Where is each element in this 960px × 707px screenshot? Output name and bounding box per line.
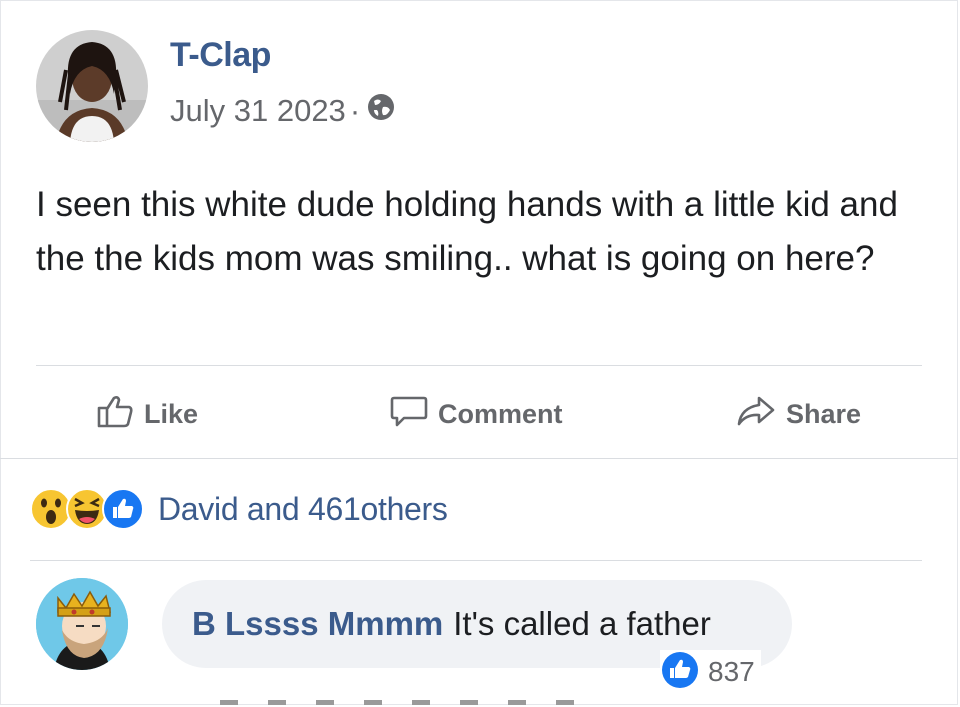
post-author-name[interactable]: T-Clap [170,36,271,75]
commenter-avatar[interactable] [36,578,128,670]
globe-icon [366,92,396,130]
like-badge-icon [660,650,700,695]
comment-button[interactable]: Comment [390,385,563,443]
post-action-bar: Like Comment Share [0,385,958,443]
post-date[interactable]: July 31 2023 [170,93,346,129]
divider [0,458,958,459]
share-label: Share [786,398,862,429]
comment-text: It's called a father [453,605,711,642]
like-label: Like [144,398,199,429]
like-reaction-icon [102,488,144,530]
reactions-summary-text[interactable]: David and 461others [158,491,448,528]
like-button[interactable]: Like [96,385,198,443]
commenter-name[interactable]: B Lssss Mmmm [192,605,443,643]
meta-separator: · [349,93,361,128]
reactions-summary[interactable]: David and 461others [30,484,448,534]
comment-bubble-icon [390,394,438,435]
thumbs-up-icon [96,394,144,435]
share-arrow-icon [736,394,786,435]
share-button[interactable]: Share [736,385,861,443]
next-comment-cutoff [220,692,660,706]
post-meta: July 31 2023 · [170,92,396,130]
divider [36,365,922,366]
post-text: I seen this white dude holding hands wit… [36,185,898,278]
author-avatar[interactable] [36,30,148,142]
comment-likes[interactable]: 837 [660,650,761,694]
comment-label: Comment [438,398,563,429]
divider [30,560,922,561]
comment-like-count: 837 [708,656,755,687]
